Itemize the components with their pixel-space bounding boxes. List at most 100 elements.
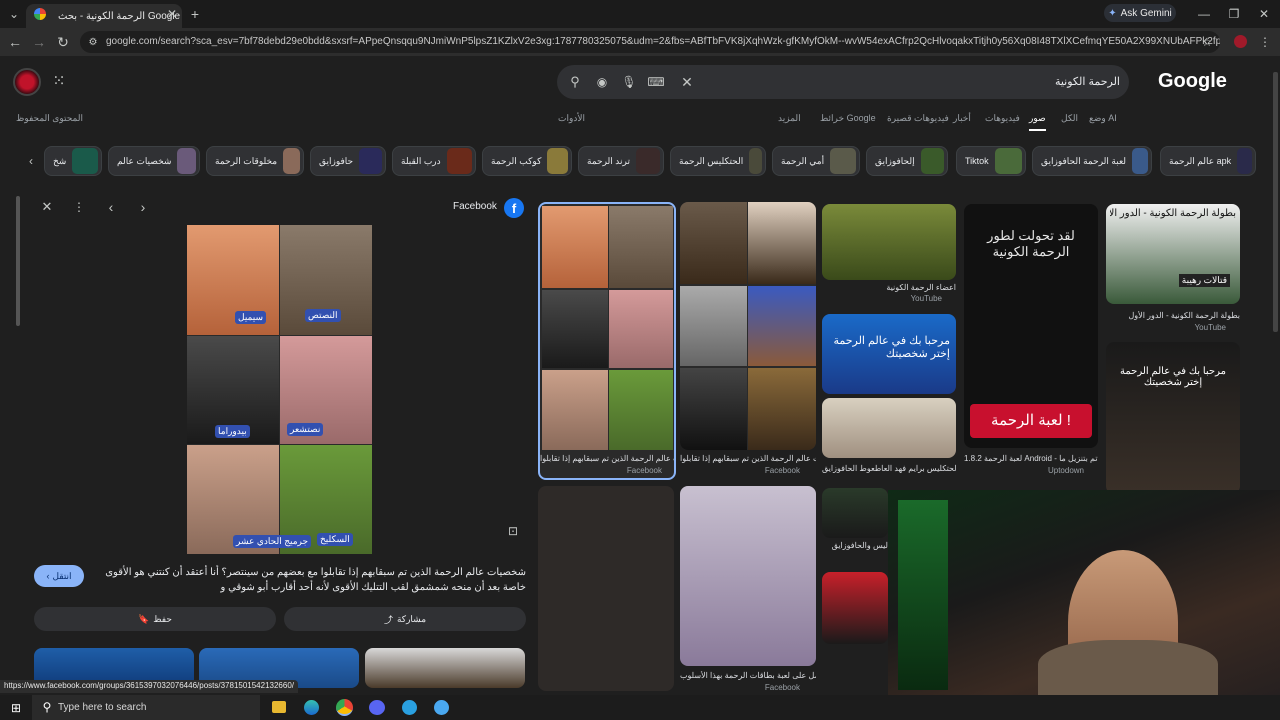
preview-image[interactable]: سيميل النصتص بيدوراما نصتشعر جرميج الحاد… xyxy=(187,225,372,554)
share-button[interactable]: ⤴ مشاركة xyxy=(284,607,526,631)
result-source[interactable]: Facebook xyxy=(540,466,662,475)
lens-icon[interactable]: ◉ xyxy=(593,73,611,91)
back-icon[interactable]: ← xyxy=(8,34,22,50)
chip-3[interactable]: إلحافوزايق xyxy=(866,146,948,176)
related-image[interactable] xyxy=(365,648,525,688)
tab-search-icon[interactable]: ⌄ xyxy=(6,6,22,22)
result-caption[interactable]: لحتكليس برايم فهد العاطعوط الحافوزايق xyxy=(822,464,956,473)
tab-maps[interactable]: خرائط Google xyxy=(820,113,876,124)
result-card-selected[interactable] xyxy=(538,202,676,480)
chip-9[interactable]: حافوزايق xyxy=(310,146,386,176)
close-tab-icon[interactable]: ✕ xyxy=(166,7,178,21)
result-card[interactable] xyxy=(822,398,956,458)
chip-2[interactable]: Tiktok xyxy=(956,146,1026,176)
result-card[interactable] xyxy=(680,202,816,450)
result-source[interactable]: Uptodown xyxy=(964,466,1084,475)
chip-11[interactable]: شخصيات عالم xyxy=(108,146,200,176)
result-card[interactable] xyxy=(822,572,888,644)
result-caption[interactable]: اعضاء الرحمة الكونية xyxy=(822,283,956,292)
taskbar-app-icon[interactable] xyxy=(434,700,449,715)
chip-label: عالم الرحمة apk xyxy=(1169,155,1232,166)
forward-icon[interactable]: → xyxy=(32,34,46,50)
result-source[interactable]: YouTube xyxy=(822,294,942,303)
reload-icon[interactable]: ↻ xyxy=(56,34,70,50)
lens-search-icon[interactable]: ⊡ xyxy=(504,522,522,540)
chrome-icon[interactable] xyxy=(336,699,353,716)
search-icon[interactable]: ⚲ xyxy=(566,73,584,91)
google-logo[interactable]: Google xyxy=(1158,70,1227,93)
chip-1[interactable]: لعبة الرحمة الحافوزايق xyxy=(1032,146,1152,176)
file-explorer-icon[interactable] xyxy=(272,701,286,713)
result-caption[interactable]: شخصيات عالم الرحمة الذين تم سبقابهم إذا … xyxy=(540,454,674,463)
close-preview-icon[interactable]: ✕ xyxy=(40,199,54,214)
result-source[interactable]: Facebook xyxy=(680,683,800,692)
chip-8[interactable]: درب القبلة xyxy=(392,146,476,176)
preview-source-name[interactable]: Facebook xyxy=(453,201,497,212)
account-avatar[interactable] xyxy=(13,68,41,96)
tools-button[interactable]: الأدوات xyxy=(558,113,585,124)
chips-scroll-left-icon[interactable]: ‹ xyxy=(24,154,38,168)
result-source[interactable]: YouTube xyxy=(1106,323,1226,332)
result-card[interactable]: مرحبا بك في عالم الرحمة إختر شخصيتك xyxy=(1106,342,1240,494)
next-image-icon[interactable]: › xyxy=(136,199,150,215)
preview-description: شخصيات عالم الرحمة الذين تم سبقابهم إذا … xyxy=(105,567,526,593)
address-bar[interactable]: google.com/search?sca_esv=7bf78debd29e0b… xyxy=(80,31,1220,53)
tab-videos[interactable]: فيديوهات xyxy=(985,113,1020,124)
edge-icon[interactable] xyxy=(304,700,319,715)
apps-grid-icon[interactable]: ⁙ xyxy=(50,72,68,90)
bookmark-star-icon[interactable]: ☆ xyxy=(1200,34,1214,50)
tab-ai-mode[interactable]: وضع AI xyxy=(1089,113,1117,124)
new-tab-button[interactable]: + xyxy=(188,6,202,22)
discord-icon[interactable] xyxy=(369,700,385,715)
more-options-icon[interactable]: ⋮ xyxy=(72,200,86,214)
chip-5[interactable]: الحتكليس الرحمة xyxy=(670,146,766,176)
result-card[interactable]: مرحبا بك في عالم الرحمة إختر شخصيتك xyxy=(822,314,956,394)
result-card[interactable] xyxy=(538,486,674,691)
previous-image-icon[interactable]: ‹ xyxy=(104,199,118,215)
tab-short-videos[interactable]: فيديوهات قصيرة xyxy=(887,113,949,124)
clear-search-icon[interactable]: ✕ xyxy=(678,73,696,91)
chip-7[interactable]: كوكب الرحمة xyxy=(482,146,572,176)
windows-start-icon[interactable]: ⊞ xyxy=(8,700,24,716)
result-card[interactable] xyxy=(822,488,888,538)
tab-images[interactable]: صور xyxy=(1029,113,1046,131)
search-box[interactable] xyxy=(557,65,1129,99)
search-input[interactable]: الرحمة الكونية xyxy=(1055,75,1120,88)
mic-icon[interactable]: 🎙 xyxy=(620,73,638,91)
chip-12[interactable]: شخ xyxy=(44,146,102,176)
preview-scrollbar[interactable] xyxy=(16,196,20,326)
page-scrollbar[interactable] xyxy=(1273,72,1278,332)
tab-news[interactable]: أخبار xyxy=(953,113,971,124)
result-caption[interactable]: ليس والحافوزايق xyxy=(822,541,888,550)
result-caption[interactable]: شخصيات عالم الرحمة الذين تم سبقابهم إذا … xyxy=(680,454,816,463)
ask-gemini-button[interactable]: ✦ Ask Gemini xyxy=(1104,4,1176,22)
result-source[interactable]: Facebook xyxy=(680,466,800,475)
visit-button[interactable]: ‹ انتقل xyxy=(34,565,84,587)
result-card[interactable]: بطولة الرحمة الكونية - الدور الأول قتالا… xyxy=(1106,204,1240,304)
chip-6[interactable]: ترند الرحمة xyxy=(578,146,664,176)
keyboard-icon[interactable]: ⌨ xyxy=(647,73,665,91)
result-card[interactable] xyxy=(822,204,956,280)
tab-all[interactable]: الكل xyxy=(1061,113,1078,124)
chip-label: شخ xyxy=(53,155,67,166)
tab-more[interactable]: المزيد xyxy=(778,113,801,124)
close-window-icon[interactable]: ✕ xyxy=(1256,6,1272,22)
site-info-icon[interactable]: ⚙ xyxy=(86,35,100,49)
result-card[interactable]: لقد تحولت لطور الرحمة الكونية لعبة الرحم… xyxy=(964,204,1098,448)
result-card[interactable] xyxy=(680,486,816,666)
profile-avatar[interactable] xyxy=(1234,35,1247,48)
saved-content-link[interactable]: المحتوى المحفوظ xyxy=(16,113,83,124)
menu-icon[interactable]: ⋮ xyxy=(1258,34,1272,50)
taskbar-search[interactable]: Type here to search xyxy=(32,695,260,720)
maximize-icon[interactable]: ❐ xyxy=(1226,6,1242,22)
chip-4[interactable]: أمي الرحمة xyxy=(772,146,860,176)
chip-0[interactable]: عالم الرحمة apk xyxy=(1160,146,1256,176)
result-caption[interactable]: بطولة الرحمة الكونية - الدور الأول xyxy=(1106,311,1240,320)
browser-tab[interactable]: الرحمة الكونية - بحث Google xyxy=(26,4,182,28)
minimize-icon[interactable]: — xyxy=(1196,6,1212,22)
chip-10[interactable]: مخلوقات الرحمة xyxy=(206,146,304,176)
result-caption[interactable]: لو تحصل على لعبة بطاقات الرحمة بهذا الأس… xyxy=(680,671,816,680)
telegram-icon[interactable] xyxy=(402,700,417,715)
result-caption[interactable]: لعبة الرحمة 1.8.2 Android - تم بتنزيل ما… xyxy=(964,454,1098,463)
save-button[interactable]: 🔖 حفظ xyxy=(34,607,276,631)
